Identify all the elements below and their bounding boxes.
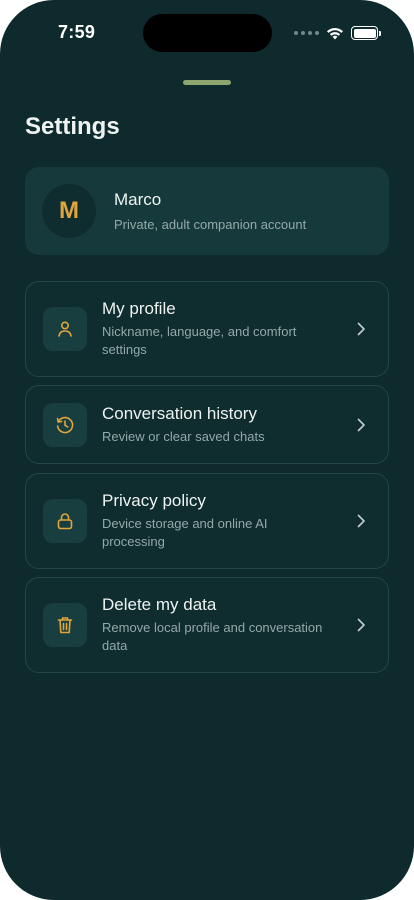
chevron-right-icon [357, 514, 365, 528]
account-card: M Marco Private, adult companion account [25, 167, 389, 255]
menu-item-title: Delete my data [102, 595, 217, 614]
history-icon [43, 402, 87, 447]
status-time: 7:59 [58, 22, 96, 42]
account-subtitle: Private, adult companion account [114, 217, 307, 232]
person-icon [43, 307, 87, 351]
menu-item-privacy-policy[interactable]: Privacy policy Device storage and online… [25, 473, 389, 569]
battery-icon [351, 26, 381, 40]
menu-item-subtitle: Review or clear saved chats [102, 428, 265, 444]
menu-item-subtitle: Nickname, language, and comfort settings [102, 324, 297, 357]
menu-item-title: My profile [102, 299, 176, 318]
status-icons [294, 26, 381, 40]
menu-item-conversation-history[interactable]: Conversation history Review or clear sav… [25, 385, 389, 464]
settings-screen: 7:59 Settings M Marco Private, adult com… [0, 0, 414, 900]
menu-item-my-profile[interactable]: My profile Nickname, language, and comfo… [25, 281, 389, 377]
account-name: Marco [114, 190, 162, 209]
cellular-signal-icon [294, 31, 319, 35]
wifi-icon [327, 27, 343, 39]
menu-item-delete-my-data[interactable]: Delete my data Remove local profile and … [25, 577, 389, 673]
chevron-right-icon [357, 322, 365, 336]
avatar: M [42, 184, 96, 238]
dynamic-island [143, 14, 272, 52]
chevron-right-icon [357, 618, 365, 632]
menu-item-title: Privacy policy [102, 491, 206, 510]
chevron-right-icon [357, 418, 365, 431]
lock-icon [43, 499, 87, 543]
menu-item-title: Conversation history [102, 403, 257, 423]
menu-item-subtitle: Remove local profile and conversation da… [102, 620, 323, 653]
page-title: Settings [25, 113, 120, 140]
menu-item-subtitle: Device storage and online AI processing [102, 516, 268, 549]
trash-icon [43, 603, 87, 647]
sheet-grabber[interactable] [183, 80, 231, 85]
